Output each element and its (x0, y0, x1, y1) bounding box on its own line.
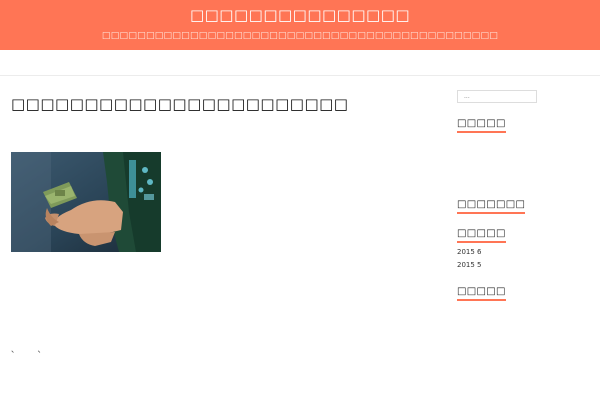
archive-link-2015-5[interactable]: 2015 5 (457, 261, 482, 269)
search-input[interactable] (457, 90, 537, 103)
post-featured-image[interactable] (11, 152, 161, 252)
site-header: □□□□□□□□□□□□□□□ □□□□□□□□□□□□□□□□□□□□□□□□… (0, 0, 600, 50)
navigation-bar (0, 50, 600, 76)
widget-title-archives: □□□□□ (457, 228, 506, 243)
widget-title-recent-posts: □□□□□ (457, 118, 506, 133)
widget-title-recent-comments: □□□□□□□ (457, 199, 526, 214)
site-description: □□□□□□□□□□□□□□□□□□□□□□□□□□□□□□□□□□□□□□□□… (101, 31, 499, 41)
archive-link-2015-6[interactable]: 2015 6 (457, 248, 482, 256)
site-title[interactable]: □□□□□□□□□□□□□□□ (0, 6, 600, 24)
widget-title-categories: □□□□□ (457, 286, 506, 301)
hand-holding-money-photo-icon (11, 152, 161, 252)
post-title[interactable]: □□□□□□□□□□□□□□□□□□□□□□□ (11, 95, 348, 113)
post-meta: 、 、 (11, 345, 54, 354)
